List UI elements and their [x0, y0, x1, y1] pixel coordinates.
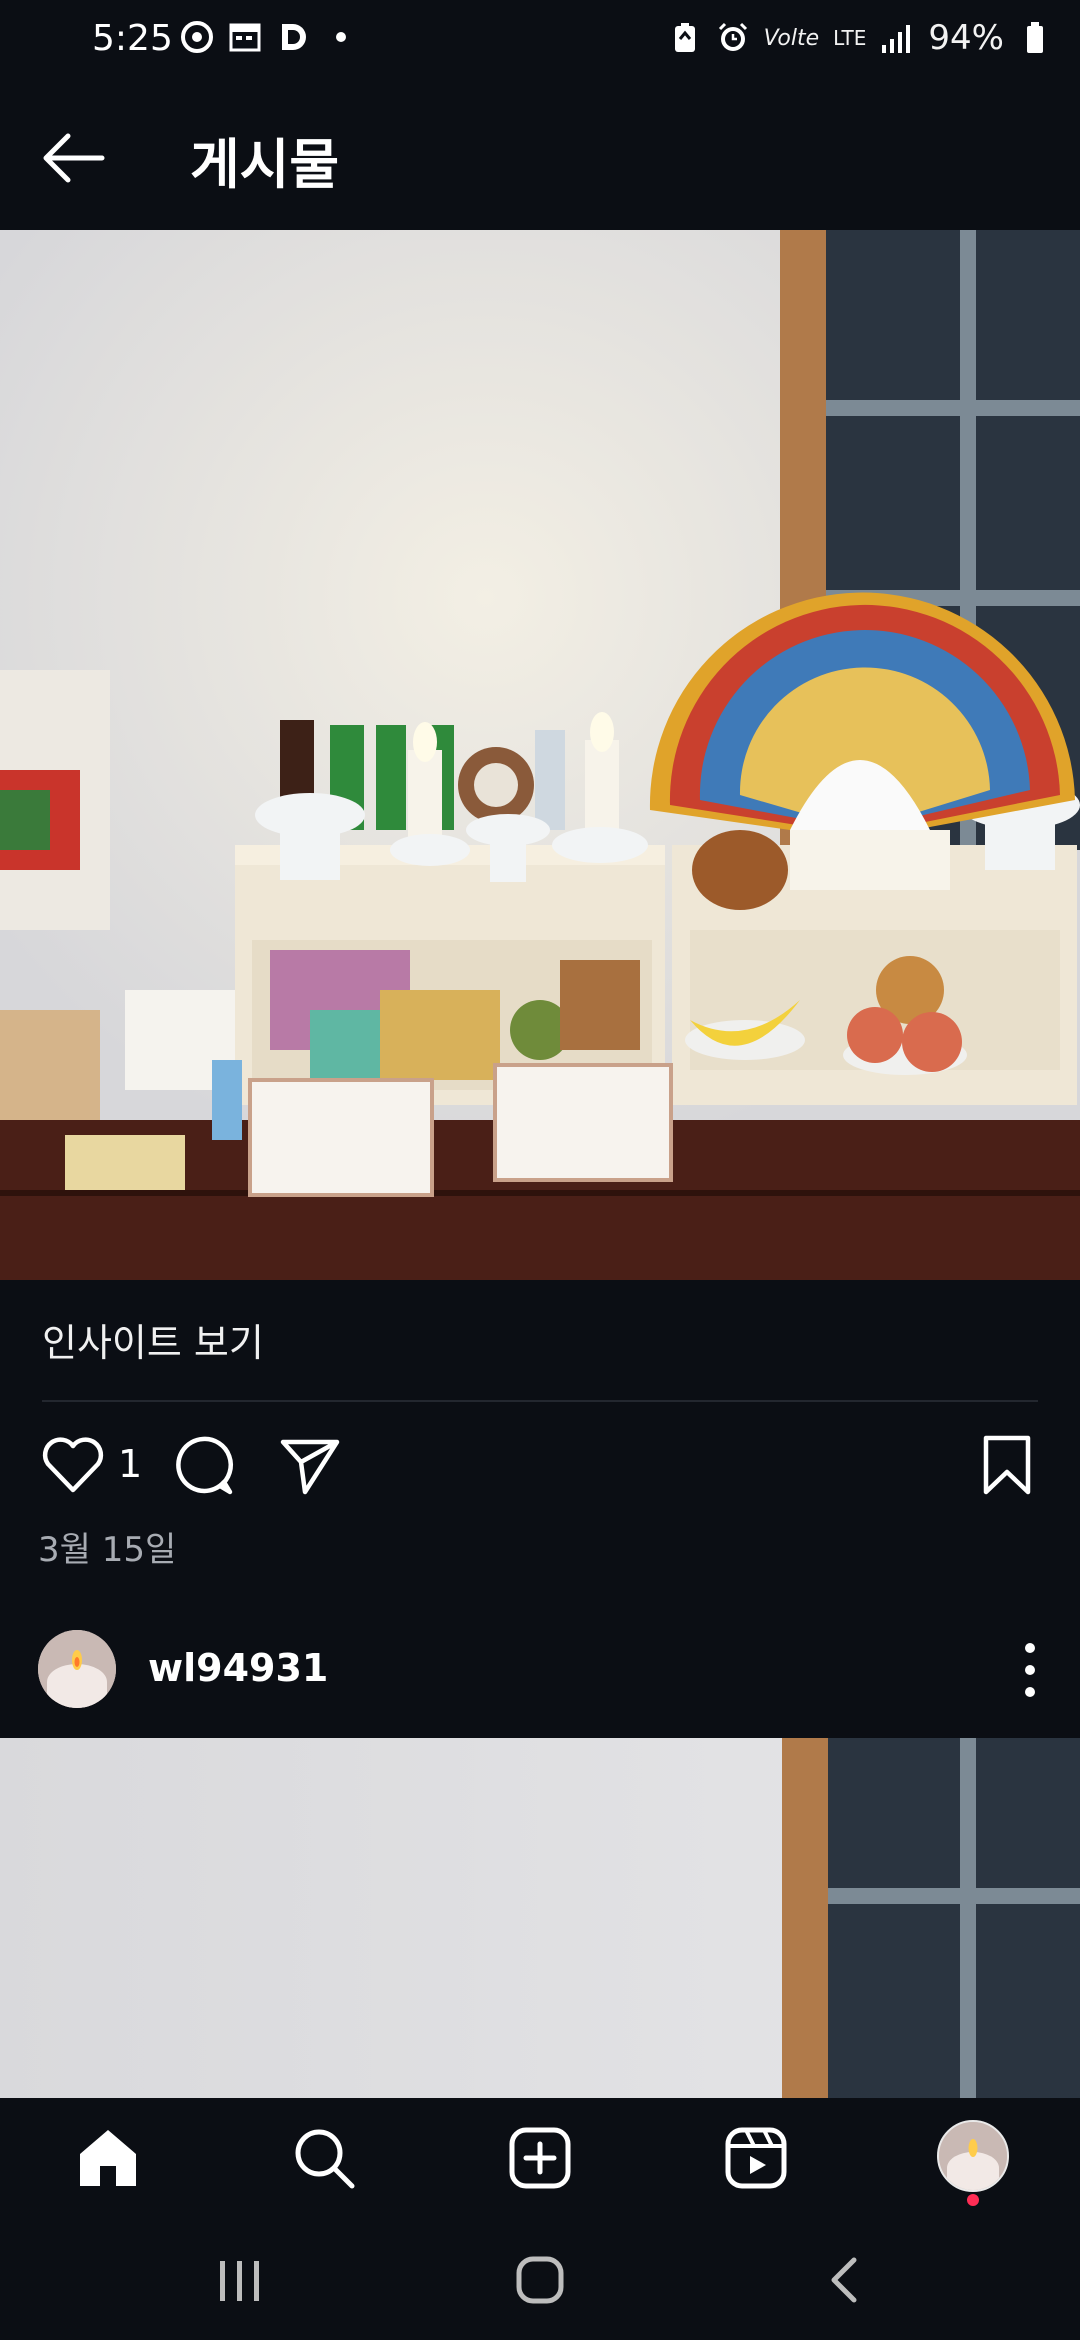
post-photo[interactable] [0, 230, 1080, 1280]
post-date: 3월 15일 [38, 1530, 177, 1570]
system-navigation-bar [0, 2216, 1080, 2340]
battery-percent: 94% [928, 18, 1004, 58]
top-app-bar: 게시물 [0, 84, 1080, 230]
signal-icon [882, 25, 911, 53]
home-circle-icon[interactable] [514, 2254, 566, 2306]
status-right-icons: Volte LTE 94% [668, 18, 1052, 58]
bottom-navigation [0, 2098, 1080, 2216]
status-time: 5:25 [92, 18, 173, 59]
more-options-icon[interactable] [1010, 1628, 1050, 1712]
post-actions: 1 [0, 1420, 1080, 1510]
recents-icon[interactable] [210, 2256, 270, 2306]
battery-icon [1027, 22, 1043, 53]
like-count[interactable]: 1 [118, 1442, 142, 1486]
back-chevron-icon[interactable] [824, 2254, 864, 2306]
lte-icon: LTE [833, 26, 867, 50]
create-icon[interactable] [502, 2120, 578, 2196]
volte-icon: Volte [763, 25, 820, 51]
notification-dot [967, 2194, 979, 2206]
page-title: 게시물 [190, 133, 340, 196]
divider [42, 1400, 1038, 1402]
chrome-icon [181, 21, 213, 53]
comment-icon[interactable] [168, 1430, 238, 1500]
bookmark-icon[interactable] [972, 1430, 1042, 1500]
avatar[interactable] [38, 1630, 116, 1708]
reels-icon[interactable] [718, 2120, 794, 2196]
share-icon[interactable] [275, 1430, 345, 1500]
home-icon[interactable] [70, 2120, 146, 2196]
profile-avatar[interactable] [937, 2120, 1009, 2192]
search-icon[interactable] [286, 2120, 362, 2196]
status-left-icons [180, 20, 358, 54]
calendar-icon [229, 23, 261, 52]
d-app-icon [282, 24, 306, 50]
status-bar: 5:25 Volte LTE 94% [0, 0, 1080, 84]
alarm-icon [718, 22, 747, 51]
heart-icon[interactable] [38, 1430, 108, 1500]
next-post-header: wl94931 [0, 1620, 1080, 1720]
view-insights-link[interactable]: 인사이트 보기 [42, 1312, 264, 1367]
arrow-left-icon[interactable] [36, 126, 110, 190]
battery-saver-icon [674, 23, 695, 52]
username[interactable]: wl94931 [148, 1646, 328, 1690]
next-post-photo[interactable] [0, 1738, 1080, 2098]
dot-icon [336, 32, 346, 42]
